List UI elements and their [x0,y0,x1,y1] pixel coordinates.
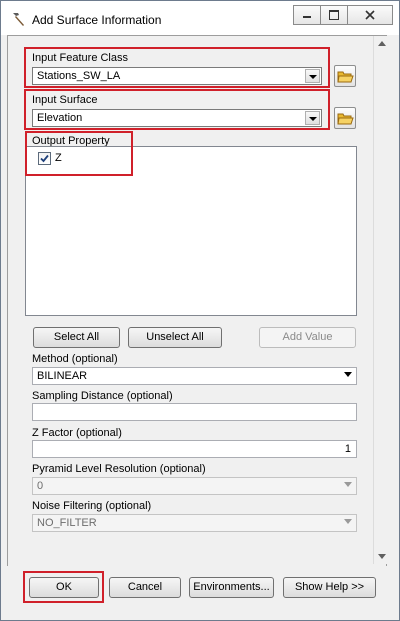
chevron-down-icon [344,482,352,487]
pyramid-level-select[interactable]: 0 [32,477,357,495]
vertical-scrollbar[interactable] [373,36,391,564]
hammer-icon [13,13,24,26]
highlight-output-property [25,131,133,176]
folder-icon [337,71,354,83]
sampling-distance-label: Sampling Distance (optional) [32,390,173,402]
browse-surface-button[interactable] [334,107,356,129]
sampling-distance-input[interactable] [32,403,357,421]
method-value: BILINEAR [37,370,88,382]
environments-button[interactable]: Environments... [189,577,274,598]
close-icon [365,10,375,20]
noise-filtering-value: NO_FILTER [37,517,97,529]
maximize-button[interactable] [320,5,348,25]
add-value-button[interactable]: Add Value [259,327,356,348]
show-help-button[interactable]: Show Help >> [283,577,376,598]
noise-filtering-label: Noise Filtering (optional) [32,500,152,512]
scroll-down-icon[interactable] [378,554,386,559]
z-factor-label: Z Factor (optional) [32,427,122,439]
maximize-icon [329,10,339,20]
z-factor-input[interactable]: 1 [32,440,357,458]
highlight-ok-button [23,571,104,603]
highlight-input-feature-class [24,47,330,88]
minimize-icon [303,16,311,18]
title-bar: Add Surface Information [1,1,399,35]
select-all-button[interactable]: Select All [33,327,120,348]
minimize-button[interactable] [293,5,321,25]
window-title: Add Surface Information [32,13,162,27]
unselect-all-button[interactable]: Unselect All [128,327,222,348]
folder-icon [337,113,354,125]
pyramid-level-label: Pyramid Level Resolution (optional) [32,463,206,475]
cancel-button[interactable]: Cancel [109,577,181,598]
highlight-input-surface [24,89,330,130]
close-button[interactable] [347,5,393,25]
z-factor-value: 1 [344,443,351,455]
dialog-window: Add Surface Information Input Feature Cl… [0,0,400,621]
noise-filtering-select[interactable]: NO_FILTER [32,514,357,532]
chevron-down-icon [344,519,352,524]
browse-feature-class-button[interactable] [334,65,356,87]
scroll-up-icon[interactable] [378,41,386,46]
chevron-down-icon [344,372,352,377]
method-select[interactable]: BILINEAR [32,367,357,385]
method-label: Method (optional) [32,353,118,365]
pyramid-level-value: 0 [37,480,44,492]
dialog-button-bar: OK Cancel Environments... Show Help >> [1,566,399,620]
